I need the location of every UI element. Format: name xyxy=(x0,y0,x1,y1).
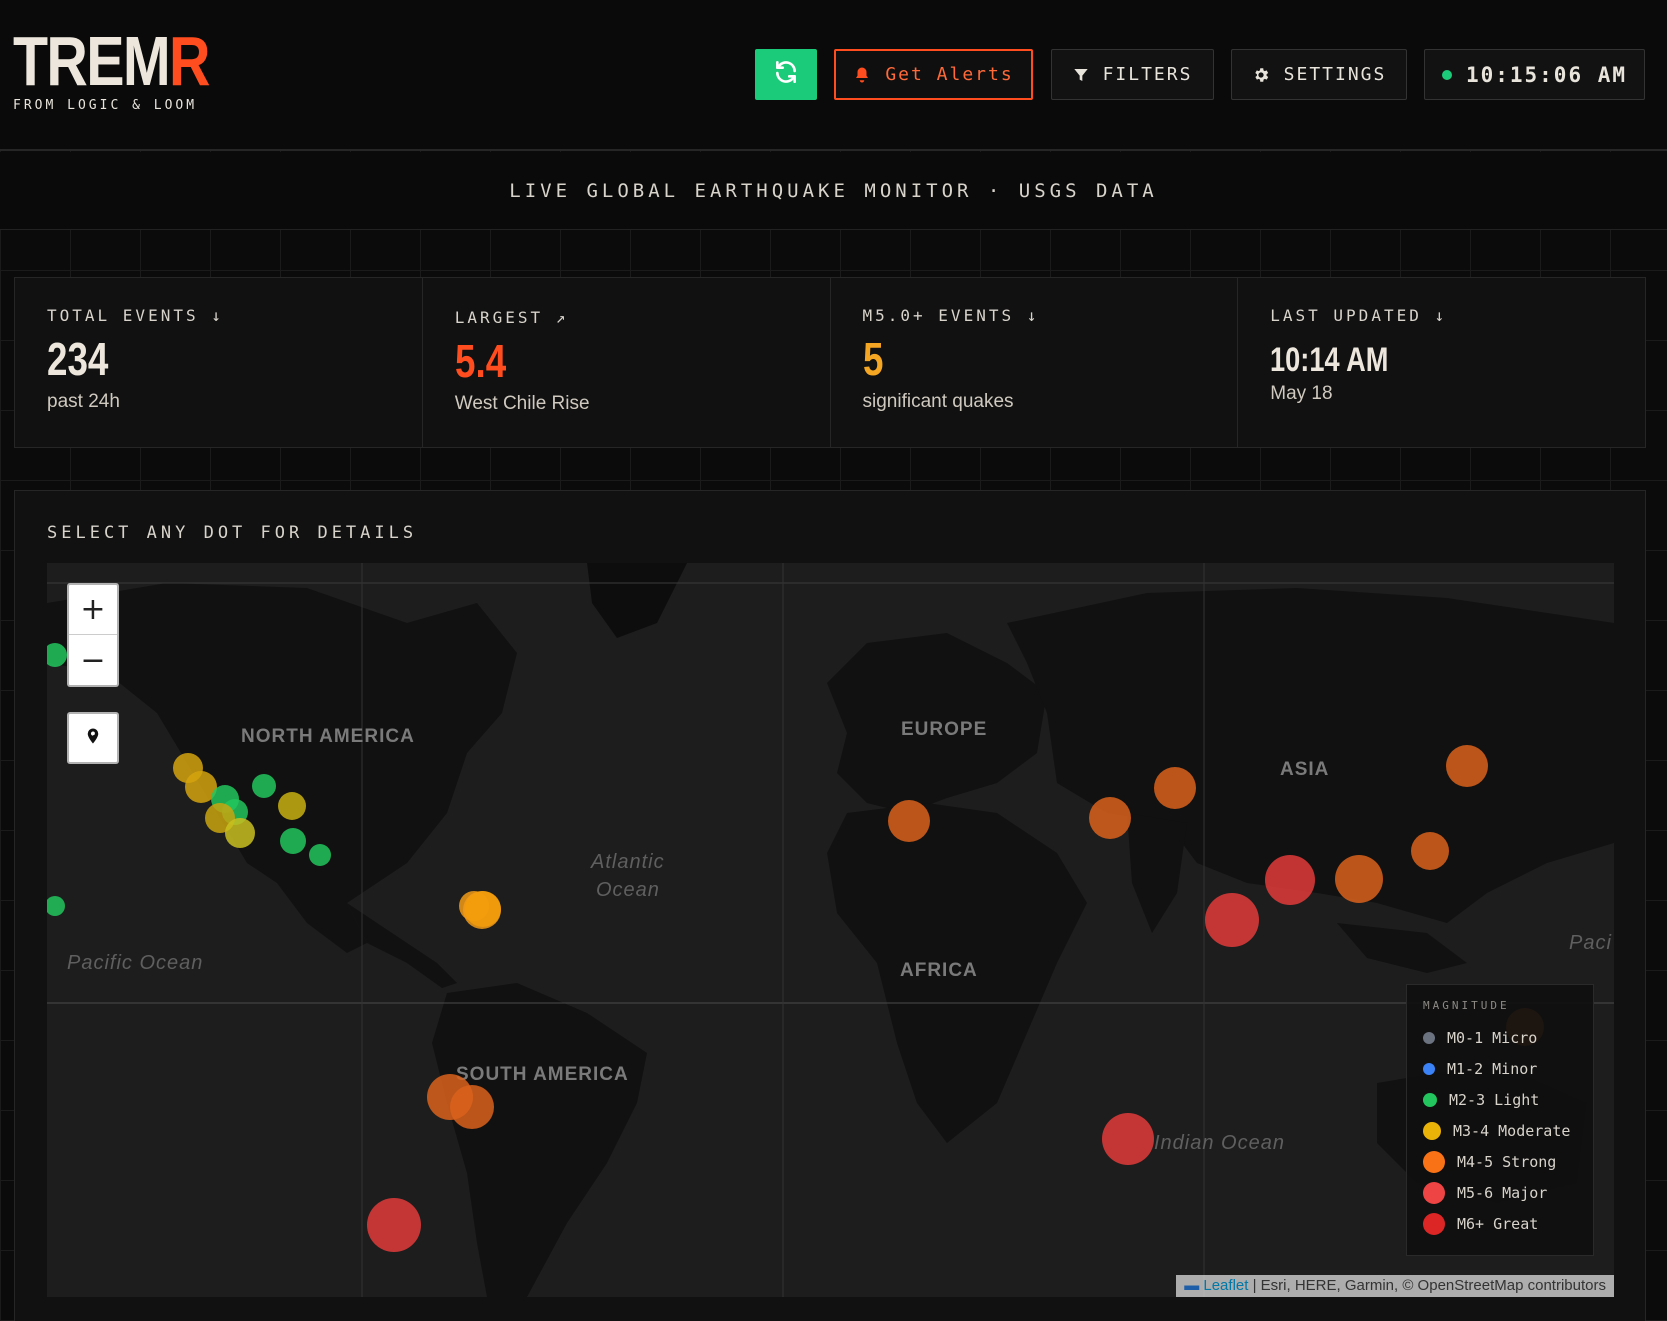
legend-item: M0-1 Micro xyxy=(1423,1022,1577,1053)
stat-label: TOTAL EVENTS ↓ xyxy=(47,306,224,325)
quake-marker[interactable] xyxy=(1411,832,1449,870)
bell-icon xyxy=(853,65,871,85)
refresh-button[interactable] xyxy=(755,49,817,100)
get-alerts-button[interactable]: Get Alerts xyxy=(834,49,1033,100)
map-panel: SELECT ANY DOT FOR DETAILS NORTH AMERICA… xyxy=(14,490,1646,1321)
location-pin-icon xyxy=(84,725,102,751)
magnitude-legend: MAGNITUDE M0-1 Micro M1-2 Minor M2-3 Lig… xyxy=(1406,984,1594,1256)
legend-item: M5-6 Major xyxy=(1423,1177,1577,1208)
legend-title: MAGNITUDE xyxy=(1423,999,1510,1012)
quake-marker[interactable] xyxy=(1205,893,1259,947)
quake-marker[interactable] xyxy=(309,844,331,866)
zoom-out-button[interactable]: − xyxy=(69,635,117,685)
label-south-america: SOUTH AMERICA xyxy=(456,1064,629,1085)
label-pacific-right: Paci xyxy=(1569,932,1612,954)
label-asia: ASIA xyxy=(1280,759,1330,780)
stat-value: 5.4 xyxy=(454,335,506,387)
zoom-control: + − xyxy=(67,583,119,687)
legend-item: M3-4 Moderate xyxy=(1423,1115,1577,1146)
label-europe: EUROPE xyxy=(901,719,988,740)
legend-swatch xyxy=(1423,1092,1437,1107)
stat-label: M5.0+ EVENTS ↓ xyxy=(862,306,1040,325)
label-pacific: Pacific Ocean xyxy=(67,952,204,974)
label-indian-ocean: Indian Ocean xyxy=(1154,1132,1285,1154)
quake-marker[interactable] xyxy=(225,818,255,848)
legend-swatch xyxy=(1423,1062,1435,1075)
quake-marker[interactable] xyxy=(367,1198,421,1252)
stat-largest[interactable]: LARGEST ↗ 5.4 West Chile Rise xyxy=(423,278,831,447)
stats-bar: TOTAL EVENTS ↓ 234 past 24h LARGEST ↗ 5.… xyxy=(14,277,1646,448)
refresh-icon xyxy=(773,59,799,90)
legend-swatch xyxy=(1423,1121,1441,1140)
quake-marker[interactable] xyxy=(278,792,306,820)
stat-sub: West Chile Rise xyxy=(454,393,590,414)
legend-item: M2-3 Light xyxy=(1423,1084,1577,1115)
stat-value: 10:14 AM xyxy=(1270,341,1389,379)
locate-button[interactable] xyxy=(67,712,119,764)
map-title: SELECT ANY DOT FOR DETAILS xyxy=(47,523,418,543)
settings-button[interactable]: SETTINGS xyxy=(1231,49,1407,100)
quake-marker[interactable] xyxy=(1154,767,1196,809)
live-status-dot xyxy=(1441,69,1452,80)
quake-marker[interactable] xyxy=(888,800,930,842)
legend-swatch xyxy=(1423,1150,1445,1173)
quake-marker[interactable] xyxy=(1265,855,1315,905)
stat-value: 5 xyxy=(862,333,883,385)
logo-tagline: FROM LOGIC & LOOM xyxy=(13,98,198,113)
quake-marker[interactable] xyxy=(280,828,306,854)
earthquake-map[interactable]: NORTH AMERICA EUROPE ASIA AFRICA SOUTH A… xyxy=(47,563,1614,1297)
legend-item: M1-2 Minor xyxy=(1423,1053,1577,1084)
quake-marker[interactable] xyxy=(1446,745,1488,787)
map-attribution: ▬ Leaflet | Esri, HERE, Garmin, © OpenSt… xyxy=(1176,1275,1614,1297)
quake-marker[interactable] xyxy=(1089,797,1131,839)
label-atlantic: Atlantic xyxy=(591,851,665,873)
logo[interactable]: TREMR FROM LOGIC & LOOM xyxy=(13,22,252,113)
clock-time: 10:15:06 AM xyxy=(1465,62,1628,87)
gear-icon xyxy=(1252,66,1270,84)
settings-label: SETTINGS xyxy=(1283,64,1387,85)
legend-item: M4-5 Strong xyxy=(1423,1146,1577,1177)
stat-sub: significant quakes xyxy=(862,391,1014,412)
quake-marker[interactable] xyxy=(1102,1113,1154,1165)
stat-value: 234 xyxy=(47,333,109,385)
zoom-in-button[interactable]: + xyxy=(69,585,117,635)
quake-marker[interactable] xyxy=(252,774,276,798)
stat-m5-events[interactable]: M5.0+ EVENTS ↓ 5 significant quakes xyxy=(831,278,1239,447)
filter-icon xyxy=(1073,66,1089,84)
stat-label: LAST UPDATED ↓ xyxy=(1270,306,1448,325)
legend-swatch xyxy=(1423,1212,1445,1235)
live-clock: 10:15:06 AM xyxy=(1424,49,1645,100)
legend-swatch xyxy=(1423,1181,1445,1204)
subtitle-band: LIVE GLOBAL EARTHQUAKE MONITOR · USGS DA… xyxy=(0,152,1667,230)
stat-label: LARGEST ↗ xyxy=(454,308,569,327)
stat-last-updated[interactable]: LAST UPDATED ↓ 10:14 AM May 18 xyxy=(1238,278,1645,447)
label-atlantic-2: Ocean xyxy=(596,879,660,901)
app-header: TREMR FROM LOGIC & LOOM Get Alerts FILTE… xyxy=(0,0,1667,151)
filters-button[interactable]: FILTERS xyxy=(1051,49,1214,100)
label-north-america: NORTH AMERICA xyxy=(241,726,415,747)
stat-sub: May 18 xyxy=(1270,383,1333,404)
quake-marker[interactable] xyxy=(1335,855,1383,903)
leaflet-link[interactable]: Leaflet xyxy=(1203,1277,1248,1294)
page-subtitle: LIVE GLOBAL EARTHQUAKE MONITOR · USGS DA… xyxy=(509,179,1158,202)
logo-wordmark: TREMR xyxy=(13,22,211,100)
filters-label: FILTERS xyxy=(1102,64,1193,85)
get-alerts-label: Get Alerts xyxy=(885,64,1014,85)
stat-sub: past 24h xyxy=(47,391,120,412)
label-africa: AFRICA xyxy=(900,960,978,981)
quake-marker[interactable] xyxy=(465,891,501,927)
quake-marker[interactable] xyxy=(450,1085,494,1129)
stat-total-events[interactable]: TOTAL EVENTS ↓ 234 past 24h xyxy=(15,278,423,447)
map-basemap xyxy=(47,563,1614,1297)
legend-item: M6+ Great xyxy=(1423,1208,1577,1239)
legend-swatch xyxy=(1423,1031,1435,1044)
